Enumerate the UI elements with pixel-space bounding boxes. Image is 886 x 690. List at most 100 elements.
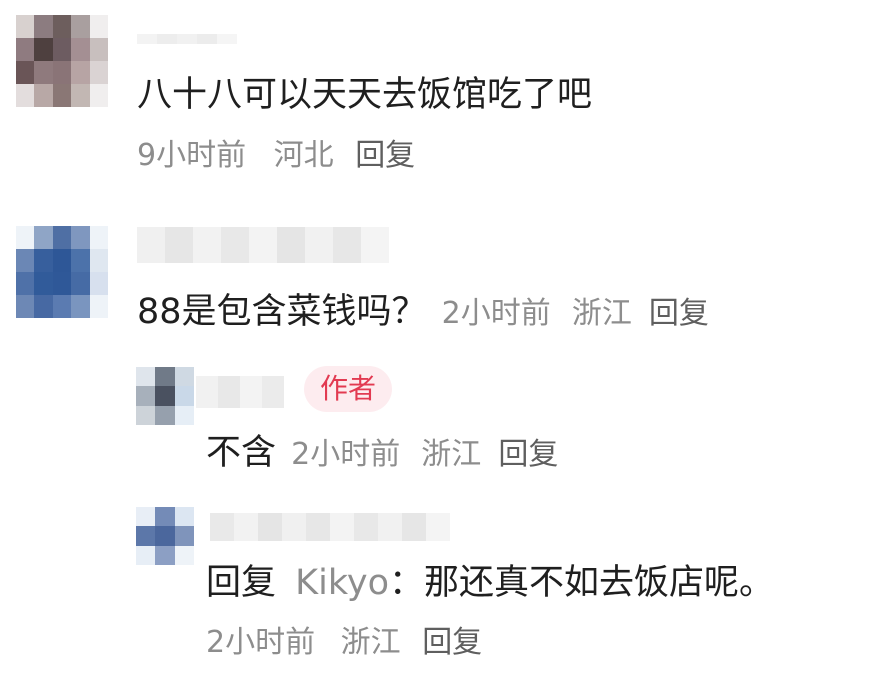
- avatar-pixel: [34, 84, 53, 107]
- redaction-block: [306, 513, 330, 541]
- avatar-pixel: [34, 295, 53, 318]
- redaction-block: [402, 513, 426, 541]
- reply-prefix: 回复: [206, 563, 277, 603]
- author-badge: 作者: [304, 366, 392, 412]
- reply-button[interactable]: 回复: [649, 296, 709, 331]
- reply-time: 2小时前: [206, 625, 316, 660]
- redaction-block: [305, 227, 333, 263]
- avatar-pixel: [52, 61, 72, 84]
- avatar[interactable]: [16, 15, 108, 107]
- avatar-pixel: [155, 386, 175, 406]
- username-redacted[interactable]: [196, 376, 284, 408]
- avatar-pixel: [71, 61, 90, 84]
- reply-target-name[interactable]: Kikyo: [295, 563, 389, 603]
- avatar-pixel: [89, 295, 108, 318]
- redaction-block: [157, 34, 177, 44]
- username-redacted[interactable]: [210, 513, 450, 541]
- avatar-pixel: [16, 38, 35, 61]
- avatar[interactable]: [16, 226, 108, 318]
- redaction-block: [330, 513, 354, 541]
- comment-time: 2小时前: [441, 296, 551, 331]
- comment-row: 88是包含菜钱吗？ 2小时前 浙江 回复: [137, 295, 709, 330]
- reply-text: 回复 Kikyo：那还真不如去饭店呢。: [206, 566, 774, 601]
- avatar-pixel: [89, 249, 108, 272]
- avatar-pixel: [34, 249, 53, 272]
- avatar-pixel: [136, 526, 156, 546]
- redaction-block: [354, 513, 378, 541]
- avatar-pixel: [89, 226, 108, 249]
- avatar-pixel: [89, 84, 108, 107]
- avatar-pixel: [174, 507, 194, 527]
- avatar-pixel: [71, 226, 90, 249]
- redaction-block: [262, 376, 284, 408]
- redaction-block: [378, 513, 402, 541]
- avatar-pixel: [34, 61, 53, 84]
- redaction-block: [426, 513, 450, 541]
- redaction-block: [221, 227, 249, 263]
- avatar-pixel: [155, 507, 175, 527]
- reply-button[interactable]: 回复: [422, 625, 482, 660]
- redaction-block: [197, 34, 217, 44]
- redaction-block: [165, 227, 193, 263]
- avatar-pixel: [71, 249, 90, 272]
- reply-time: 2小时前: [291, 437, 401, 472]
- avatar[interactable]: [136, 367, 194, 425]
- avatar-pixel: [174, 526, 194, 546]
- avatar[interactable]: [136, 507, 194, 565]
- reply-meta: 2小时前 浙江 回复: [206, 628, 482, 658]
- avatar-pixel: [71, 272, 90, 295]
- redaction-block: [277, 227, 305, 263]
- redaction-block: [196, 376, 218, 408]
- avatar-pixel: [155, 545, 175, 565]
- avatar-pixel: [52, 38, 72, 61]
- username-redacted[interactable]: [137, 34, 237, 44]
- avatar-pixel: [52, 272, 72, 295]
- comment-time: 9小时前: [137, 138, 247, 173]
- avatar-pixel: [16, 15, 35, 38]
- reply-button[interactable]: 回复: [498, 437, 558, 472]
- avatar-pixel: [89, 38, 108, 61]
- reply-location: 浙江: [421, 437, 482, 472]
- avatar-pixel: [16, 249, 35, 272]
- avatar-pixel: [155, 405, 175, 425]
- avatar-pixel: [52, 226, 72, 249]
- avatar-pixel: [155, 367, 175, 387]
- reply-location: 浙江: [340, 625, 401, 660]
- reply-row: 不含 2小时前 浙江 回复: [206, 436, 558, 471]
- username-redacted[interactable]: [137, 227, 389, 263]
- avatar-pixel: [136, 386, 156, 406]
- avatar-pixel: [174, 545, 194, 565]
- avatar-pixel: [16, 61, 35, 84]
- redaction-block: [249, 227, 277, 263]
- comment-text: 88是包含菜钱吗？: [137, 292, 427, 332]
- avatar-pixel: [34, 226, 53, 249]
- redaction-block: [193, 227, 221, 263]
- redaction-block: [240, 376, 262, 408]
- redaction-block: [234, 513, 258, 541]
- comment-meta: 9小时前 河北 回复: [137, 141, 415, 171]
- avatar-pixel: [16, 226, 35, 249]
- avatar-pixel: [89, 15, 108, 38]
- avatar-pixel: [174, 405, 194, 425]
- avatar-pixel: [16, 84, 35, 107]
- avatar-pixel: [89, 61, 108, 84]
- avatar-pixel: [52, 295, 72, 318]
- avatar-pixel: [136, 367, 156, 387]
- redaction-block: [258, 513, 282, 541]
- avatar-pixel: [71, 295, 90, 318]
- redaction-block: [137, 34, 157, 44]
- avatar-pixel: [89, 272, 108, 295]
- comment-text: 八十八可以天天去饭馆吃了吧: [137, 75, 593, 115]
- reply-button[interactable]: 回复: [355, 138, 415, 173]
- redaction-block: [282, 513, 306, 541]
- avatar-pixel: [34, 272, 53, 295]
- comment-location: 河北: [273, 138, 334, 173]
- avatar-pixel: [34, 38, 53, 61]
- avatar-pixel: [174, 367, 194, 387]
- avatar-pixel: [71, 38, 90, 61]
- avatar-pixel: [174, 386, 194, 406]
- reply-body: ：那还真不如去饭店呢。: [388, 563, 774, 603]
- avatar-pixel: [52, 84, 72, 107]
- avatar-pixel: [34, 15, 53, 38]
- redaction-block: [217, 34, 237, 44]
